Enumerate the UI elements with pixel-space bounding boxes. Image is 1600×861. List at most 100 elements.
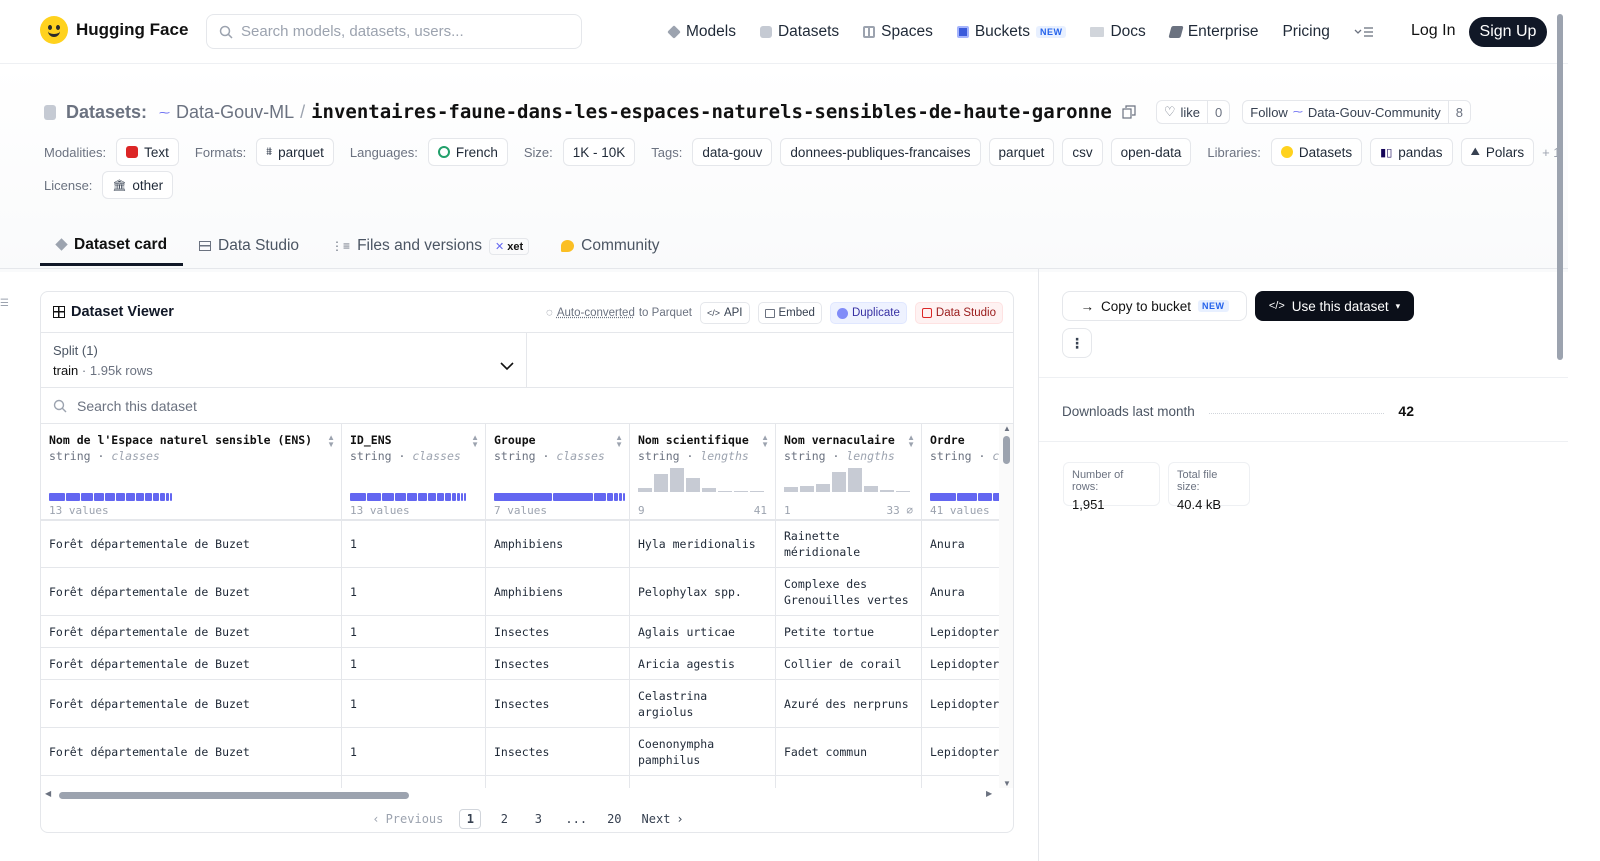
tag-donnees-publiques[interactable]: donnees-publiques-francaises [780,138,981,166]
pagination-page-1[interactable]: 1 [459,809,482,829]
more-menu-icon [1354,27,1373,37]
column-header-nom-ens[interactable]: Nom de l'Espace naturel sensible (ENS) s… [41,424,342,520]
column-header-nom-scientifique[interactable]: Nom scientifique string · lengths ▲ ▼ 9 41 [630,424,776,520]
more-options-button[interactable]: ⋮ [1062,328,1092,358]
sort-icon[interactable]: ▲ ▼ [471,434,479,449]
page-scrollbar[interactable] [1553,0,1568,861]
models-icon [667,25,681,39]
tag-size[interactable]: 1K - 10K [562,138,636,166]
scroll-right-icon[interactable]: ▶ [986,789,992,798]
brand-logo[interactable]: Hugging Face [40,16,188,44]
table-row[interactable]: Forêt départementale de Buzet 1 Insectes… [41,648,999,680]
sort-icon[interactable]: ▲ ▼ [907,434,915,449]
datasets-icon [759,26,772,38]
nav-more-menu[interactable] [1354,18,1374,46]
global-search[interactable] [206,14,582,49]
tag-csv[interactable]: csv [1062,138,1103,166]
pagination-page-20[interactable]: 20 [603,809,625,829]
scroll-up-icon[interactable]: ▲ [1003,424,1011,433]
column-header-groupe[interactable]: Groupe string · classes ▲ ▼ 7 values [486,424,630,520]
viewer-title: Dataset Viewer [53,304,174,320]
tag-modality-text[interactable]: Text [116,138,179,166]
pagination-next[interactable]: Next › [638,809,688,829]
library-polars[interactable]: ⛰ Polars [1460,138,1535,166]
nav-enterprise[interactable]: Enterprise [1168,18,1258,46]
table-cell: Hyla meridionalis [630,521,776,567]
tag-language-french[interactable]: French [427,138,508,166]
column-header-nom-vernaculaire[interactable]: Nom vernaculaire string · lengths ▲ ▼ 1 33… [776,424,922,520]
downloads-label: Downloads last month [1062,403,1195,419]
table-vertical-scrollbar[interactable]: ▲ ▼ [999,424,1013,788]
api-button[interactable]: </> API [699,302,750,324]
sort-icon[interactable]: ▲ ▼ [761,434,769,449]
pagination-page-3[interactable]: 3 [527,809,549,829]
nav-datasets[interactable]: Datasets [759,18,839,46]
dataset-name[interactable]: inventaires-faune-dans-les-espaces-natur… [311,101,1112,123]
tag-parquet[interactable]: parquet [988,138,1055,166]
library-pandas[interactable]: ▮▯ pandas [1370,138,1453,166]
files-icon: ⋮≡ [331,239,351,253]
table-row[interactable]: Forêt départementale de Buzet 1 Amphibie… [41,520,999,568]
column-distribution-bar [350,493,466,501]
nav-buckets[interactable]: Buckets NEW [956,18,1067,46]
buckets-icon [956,26,969,38]
nav-models[interactable]: Models [667,18,736,46]
viewer-header: Dataset Viewer ◌ Auto-converted to Parquet… [41,292,1013,333]
copy-to-bucket-button[interactable]: → Copy to bucket NEW [1062,291,1247,321]
table-cell: Coenonympha pamphilus [630,728,776,775]
nav-spaces[interactable]: Spaces [863,18,933,46]
viewer-data-studio-button[interactable]: Data Studio [914,302,1003,324]
embed-button[interactable]: Embed [757,302,822,324]
duplicate-button[interactable]: Duplicate [829,302,907,324]
global-search-input[interactable] [241,23,561,40]
like-button[interactable]: ♡ like 0 [1155,100,1231,124]
table-row[interactable]: Forêt départementale de Buzet 1 Insectes… [41,680,999,728]
sort-icon[interactable]: ▲ ▼ [327,434,335,449]
column-distribution-bar [930,493,999,501]
tab-data-studio[interactable]: Data Studio [183,226,315,266]
pagination-page-2[interactable]: 2 [493,809,515,829]
dataset-header: Datasets: ⁓ Data-Gouv-ML / inventaires-f… [0,64,1568,272]
library-datasets[interactable]: Datasets [1270,138,1363,166]
tag-open-data[interactable]: open-data [1110,138,1192,166]
follow-button[interactable]: Follow ⁓ Data-Gouv-Community 8 [1242,100,1471,124]
split-selector[interactable]: Split (1) train · 1.95k rows [41,333,527,388]
tag-data-gouv[interactable]: data-gouv [692,138,773,166]
use-this-dataset-button[interactable]: </> Use this dataset ▾ [1255,291,1414,321]
side-collapse-handle-icon[interactable]: ☰ [0,298,9,309]
tab-files-and-versions[interactable]: ⋮≡ Files and versions ✕ xet [315,226,545,266]
copy-icon[interactable] [1122,105,1136,119]
datasets-link[interactable]: Datasets: [66,102,147,123]
code-icon: </> [1268,300,1285,312]
nav-docs[interactable]: Docs [1090,18,1146,46]
login-link[interactable]: Log In [1411,22,1455,40]
table-horizontal-scrollbar[interactable]: ◀ ▶ [41,788,999,802]
tab-dataset-card[interactable]: Dataset card [40,226,184,266]
tab-community-label: Community [581,237,660,254]
scroll-left-icon[interactable]: ◀ [45,789,51,798]
table-row[interactable]: Forêt départementale de Buzet 1 Insectes… [41,728,999,776]
column-name: ID_ENS [350,433,392,447]
pagination-previous[interactable]: ‹ Previous [368,809,447,829]
tab-community[interactable]: Community [545,226,675,266]
duplicate-label: Duplicate [851,307,900,319]
sort-icon[interactable]: ▲ ▼ [615,434,623,449]
column-header-id-ens[interactable]: ID_ENS string · classes ▲ ▼ 13 values [342,424,486,520]
dataset-owner-link[interactable]: Data-Gouv-ML [176,102,294,123]
column-footer: 13 values [350,504,410,517]
column-header-ordre[interactable]: Ordre string · cl 41 values [922,424,999,520]
signup-button[interactable]: Sign Up [1469,17,1547,47]
rows-label: Number of rows: [1072,469,1124,493]
pandas-icon: ▮▯ [1380,146,1393,159]
tag-license[interactable]: 🏛 other [102,171,174,199]
auto-converted-link[interactable]: Auto-converted [557,307,635,319]
table-row[interactable]: Forêt départementale de Buzet 1 Insectes… [41,616,999,648]
nav-models-label: Models [686,23,736,40]
tag-format-parquet[interactable]: ⩩ parquet [256,138,334,166]
enterprise-icon [1168,26,1184,38]
scroll-down-icon[interactable]: ▼ [1003,779,1011,788]
viewer-search[interactable] [41,388,1013,424]
nav-pricing[interactable]: Pricing [1282,18,1329,46]
table-row[interactable]: Forêt départementale de Buzet 1 Amphibie… [41,568,999,616]
viewer-search-input[interactable] [77,397,677,414]
